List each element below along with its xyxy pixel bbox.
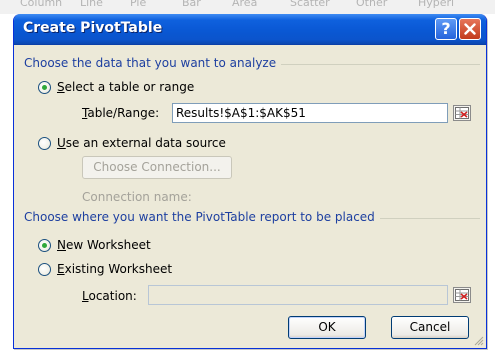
ribbon-item-area: Area: [232, 0, 258, 9]
cancel-button[interactable]: Cancel: [391, 316, 469, 339]
select-table-radio-option[interactable]: Select a table or range: [38, 80, 194, 94]
data-source-heading: Choose the data that you want to analyze: [24, 56, 282, 70]
ribbon-item-scatter: Scatter: [290, 0, 330, 9]
ribbon-item-bar: Bar: [182, 0, 201, 9]
ribbon-item-pie: Pie: [130, 0, 147, 9]
ribbon-item-hyperlink: Hyperl: [418, 0, 455, 9]
dialog-titlebar[interactable]: Create PivotTable ?: [14, 14, 486, 45]
external-source-radio[interactable]: [38, 136, 51, 150]
table-range-picker-button[interactable]: [453, 105, 471, 121]
existing-worksheet-radio-option[interactable]: Existing Worksheet: [38, 262, 172, 276]
placement-heading: Choose where you want the PivotTable rep…: [24, 210, 380, 224]
location-input[interactable]: [148, 285, 448, 305]
external-source-label: Use an external data source: [57, 136, 226, 150]
ribbon-item-line: Line: [80, 0, 103, 9]
existing-worksheet-label: Existing Worksheet: [57, 262, 173, 276]
background-ribbon: Column Line Pie Bar Area Scatter Other H…: [0, 0, 495, 14]
table-range-input[interactable]: Results!$A$1:$AK$51: [172, 103, 448, 123]
location-picker-button[interactable]: [453, 287, 471, 303]
resize-grip-icon[interactable]: [473, 335, 484, 346]
ribbon-item-column: Column: [20, 0, 63, 9]
new-worksheet-radio-option[interactable]: New Worksheet: [38, 238, 151, 252]
range-select-icon: [455, 289, 469, 301]
create-pivottable-dialog: Create PivotTable ? Choose the data that…: [13, 14, 487, 349]
location-label: Location:: [82, 289, 137, 303]
connection-name-label: Connection name:: [82, 190, 192, 204]
external-source-radio-option[interactable]: Use an external data source: [38, 136, 226, 150]
new-worksheet-radio[interactable]: [38, 238, 51, 252]
range-select-icon: [455, 107, 469, 119]
ribbon-item-other: Other: [356, 0, 388, 9]
select-table-label: Select a table or range: [57, 80, 195, 94]
existing-worksheet-radio[interactable]: [38, 262, 51, 276]
new-worksheet-label: New Worksheet: [57, 238, 151, 252]
dialog-title: Create PivotTable: [23, 20, 163, 36]
close-button[interactable]: [459, 18, 481, 40]
help-icon: ?: [441, 19, 451, 38]
select-table-radio[interactable]: [38, 80, 51, 94]
choose-connection-button[interactable]: Choose Connection...: [82, 156, 232, 179]
table-range-label: Table/Range:: [82, 106, 160, 120]
close-icon: [464, 23, 476, 35]
help-button[interactable]: ?: [435, 18, 457, 40]
ok-button[interactable]: OK: [288, 316, 366, 339]
